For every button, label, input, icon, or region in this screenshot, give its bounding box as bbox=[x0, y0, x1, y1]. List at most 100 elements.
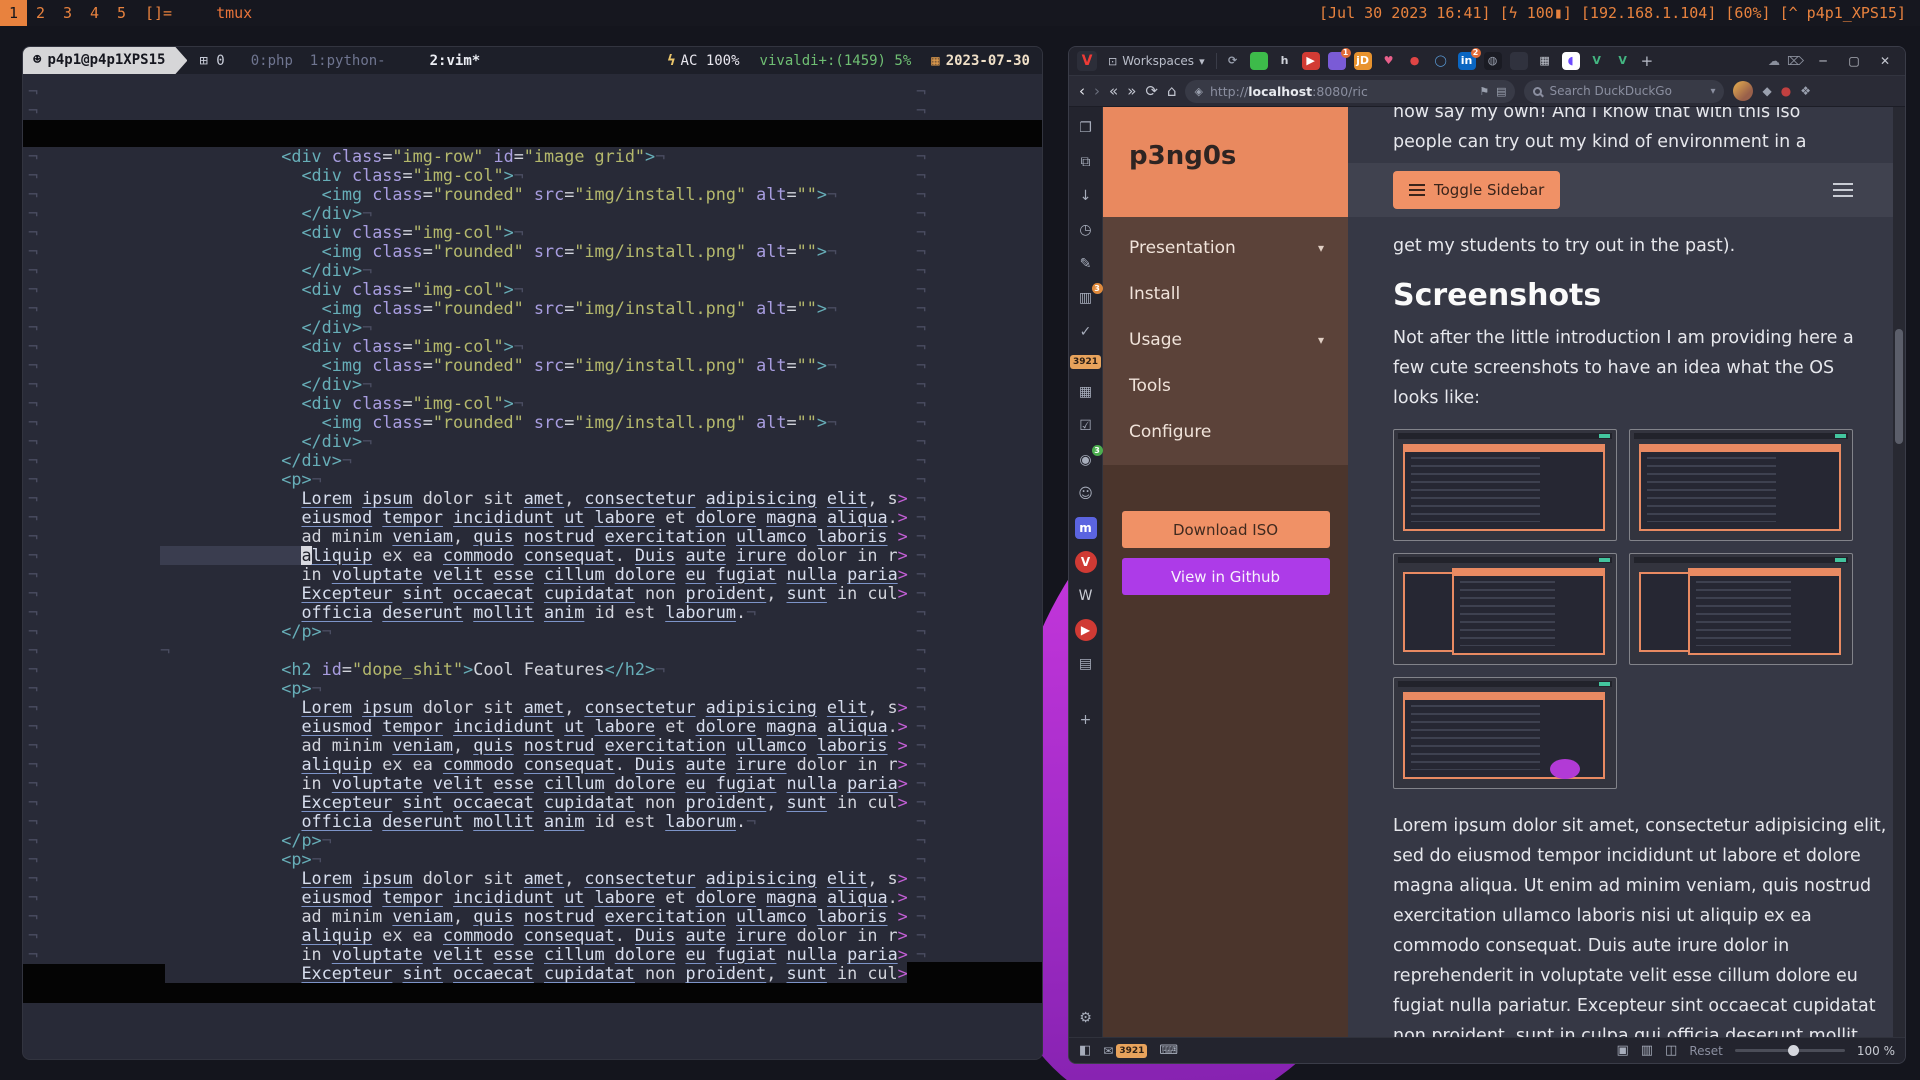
tab-sync[interactable]: ⟳ bbox=[1224, 52, 1242, 70]
rewind-button[interactable]: « bbox=[1109, 82, 1118, 100]
zoom-slider-knob[interactable] bbox=[1788, 1045, 1799, 1056]
wikipedia-panel-icon[interactable]: W bbox=[1075, 585, 1097, 607]
add-panel-icon[interactable]: + bbox=[1075, 709, 1097, 731]
extensions-button[interactable]: ❖ bbox=[1800, 84, 1811, 98]
calendar-icon: ▦ bbox=[931, 53, 939, 69]
tab-h[interactable]: h bbox=[1276, 52, 1294, 70]
tab-blue-ring[interactable]: ◯ bbox=[1432, 52, 1450, 70]
windows-panel-icon[interactable]: ⧉ bbox=[1075, 151, 1097, 173]
minimize-button[interactable]: ─ bbox=[1811, 54, 1835, 68]
workspace-4[interactable]: 4 bbox=[81, 0, 108, 26]
extension-icon-1[interactable]: ◆ bbox=[1762, 84, 1771, 98]
settings-icon[interactable]: ⚙ bbox=[1075, 1007, 1097, 1029]
menu-icon[interactable] bbox=[1833, 183, 1853, 197]
mail-unread-badge[interactable]: 3921 bbox=[1070, 355, 1101, 369]
tab-red-video[interactable]: ▶ bbox=[1302, 52, 1320, 70]
vivaldi-menu-button[interactable]: V bbox=[1077, 51, 1097, 71]
sidebar-item-tools[interactable]: Tools bbox=[1103, 363, 1348, 409]
screenshot-thumbnail[interactable] bbox=[1629, 553, 1853, 665]
tab-gray-grid[interactable]: ▦ bbox=[1536, 52, 1554, 70]
youtube-panel-icon[interactable]: ▶ bbox=[1075, 619, 1097, 641]
tab-proton[interactable]: ◖ bbox=[1562, 52, 1580, 70]
paragraph: get my students to try out in the past). bbox=[1393, 231, 1873, 261]
sync-icon[interactable]: ☁ bbox=[1768, 54, 1780, 68]
contacts-panel-icon[interactable]: ☺ bbox=[1075, 483, 1097, 505]
sidebar-item-install[interactable]: Install bbox=[1103, 271, 1348, 317]
history-panel-icon[interactable]: ◷ bbox=[1075, 219, 1097, 241]
tab-red-dot[interactable]: ● bbox=[1406, 52, 1424, 70]
tab-purple-app[interactable]: 1 bbox=[1328, 52, 1346, 70]
tasks-panel-icon[interactable]: ✓ bbox=[1075, 321, 1097, 343]
profile-avatar[interactable] bbox=[1733, 81, 1753, 101]
sidebar-item-presentation[interactable]: Presentation▾ bbox=[1103, 225, 1348, 271]
feeds-panel-icon[interactable]: ◉3 bbox=[1075, 449, 1097, 471]
mastodon-panel-icon[interactable]: m bbox=[1075, 517, 1097, 539]
vim-buffer[interactable]: ¬¬¬¬¬ <div class="img-row" id="image gri… bbox=[23, 74, 1042, 983]
reload-button[interactable]: ⟳ bbox=[1145, 82, 1158, 100]
close-button[interactable]: ✕ bbox=[1873, 54, 1897, 68]
panel-toggle-icon[interactable]: ◧ bbox=[1079, 1043, 1091, 1058]
calendar-panel-icon[interactable]: ▦ bbox=[1075, 381, 1097, 403]
checklist-panel-icon[interactable]: ☑ bbox=[1075, 415, 1097, 437]
web-panel-icon[interactable]: ▤ bbox=[1075, 653, 1097, 675]
tmux-session-badge[interactable]: ☻p4p1@p4p1XPS15 bbox=[23, 47, 187, 74]
mail-status[interactable]: ✉3921 bbox=[1103, 1044, 1147, 1058]
keyboard-icon[interactable]: ⌨ bbox=[1159, 1043, 1178, 1058]
trash-icon[interactable]: ⌦ bbox=[1787, 54, 1804, 68]
screenshot-thumbnail[interactable] bbox=[1393, 553, 1617, 665]
workspace-3[interactable]: 3 bbox=[54, 0, 81, 26]
panel-badge: 3 bbox=[1092, 445, 1103, 456]
home-button[interactable]: ⌂ bbox=[1167, 82, 1177, 100]
extension-icon-2[interactable]: ● bbox=[1781, 84, 1791, 98]
status-bar: 12345 []= tmux [Jul 30 2023 16:41] [ϟ 10… bbox=[0, 0, 1920, 26]
search-field[interactable]: Search DuckDuckGo ▾ bbox=[1524, 80, 1724, 103]
site-permissions-icon[interactable]: ◈ bbox=[1194, 85, 1202, 98]
images-toggle-icon[interactable]: ▥ bbox=[1641, 1043, 1653, 1058]
vivaldi-social-panel-icon[interactable]: V bbox=[1075, 551, 1097, 573]
tab-vim-1[interactable]: V bbox=[1588, 52, 1606, 70]
maximize-button[interactable]: ▢ bbox=[1842, 54, 1866, 68]
tab-dark-1[interactable]: ◍ bbox=[1484, 52, 1502, 70]
address-bar[interactable]: ◈ http://localhost:8080/ric ⚑ ▤ bbox=[1185, 80, 1515, 103]
workspaces-button[interactable]: ⊡Workspaces▾ bbox=[1104, 54, 1209, 68]
tab-green-app[interactable] bbox=[1250, 52, 1268, 70]
downloads-panel-icon[interactable]: ↓ bbox=[1075, 185, 1097, 207]
new-tab-button[interactable]: + bbox=[1641, 52, 1654, 70]
terminal-window[interactable]: ☻p4p1@p4p1XPS15 ⊞ 0 0:php 1:python- 2:vi… bbox=[22, 46, 1043, 1060]
tmux-window-active[interactable]: 2:vim* bbox=[430, 53, 481, 69]
view-in-github-button[interactable]: View in Github bbox=[1122, 558, 1330, 595]
tmux-windows-inactive[interactable]: 0:php 1:python- bbox=[251, 53, 386, 69]
tab-heart[interactable]: ♥ bbox=[1380, 52, 1398, 70]
forward-button[interactable]: › bbox=[1094, 82, 1100, 100]
bookmarks-panel-icon[interactable]: ❐ bbox=[1075, 117, 1097, 139]
tiling-icon[interactable]: ◫ bbox=[1665, 1043, 1677, 1058]
layout-indicator[interactable]: []= bbox=[145, 4, 172, 22]
tab-vim-2[interactable]: V bbox=[1614, 52, 1632, 70]
back-button[interactable]: ‹ bbox=[1079, 82, 1085, 100]
sidebar-item-usage[interactable]: Usage▾ bbox=[1103, 317, 1348, 363]
search-engine-dropdown-icon[interactable]: ▾ bbox=[1710, 86, 1715, 97]
reading-list-panel-icon[interactable]: ▥3 bbox=[1075, 287, 1097, 309]
tab-orange-app[interactable]: jD bbox=[1354, 52, 1372, 70]
capture-icon[interactable]: ▣ bbox=[1616, 1043, 1628, 1058]
tab-linkedin[interactable]: in2 bbox=[1458, 52, 1476, 70]
notes-panel-icon[interactable]: ✎ bbox=[1075, 253, 1097, 275]
page-scrollbar[interactable] bbox=[1893, 107, 1905, 1037]
reader-view-icon[interactable]: ▤ bbox=[1496, 85, 1506, 98]
tab-dark-2[interactable] bbox=[1510, 52, 1528, 70]
zoom-slider[interactable] bbox=[1735, 1049, 1845, 1052]
screenshot-thumbnail[interactable] bbox=[1629, 429, 1853, 541]
toggle-sidebar-button[interactable]: Toggle Sidebar bbox=[1393, 171, 1560, 209]
sidebar-item-configure[interactable]: Configure bbox=[1103, 409, 1348, 455]
workspace-2[interactable]: 2 bbox=[27, 0, 54, 26]
scrollbar-thumb[interactable] bbox=[1895, 329, 1903, 444]
fast-forward-button[interactable]: » bbox=[1127, 82, 1136, 100]
download-iso-button[interactable]: Download ISO bbox=[1122, 511, 1330, 548]
workspace-5[interactable]: 5 bbox=[108, 0, 135, 26]
zoom-reset-button[interactable]: Reset bbox=[1689, 1044, 1723, 1058]
screenshot-thumbnail[interactable] bbox=[1393, 429, 1617, 541]
workspace-1[interactable]: 1 bbox=[0, 0, 27, 26]
screenshot-thumbnail[interactable] bbox=[1393, 677, 1617, 789]
bookmark-flag-icon[interactable]: ⚑ bbox=[1479, 85, 1489, 98]
vim-line: ¬ aliquip ex ea commodo consequat. Duis … bbox=[23, 546, 1042, 565]
